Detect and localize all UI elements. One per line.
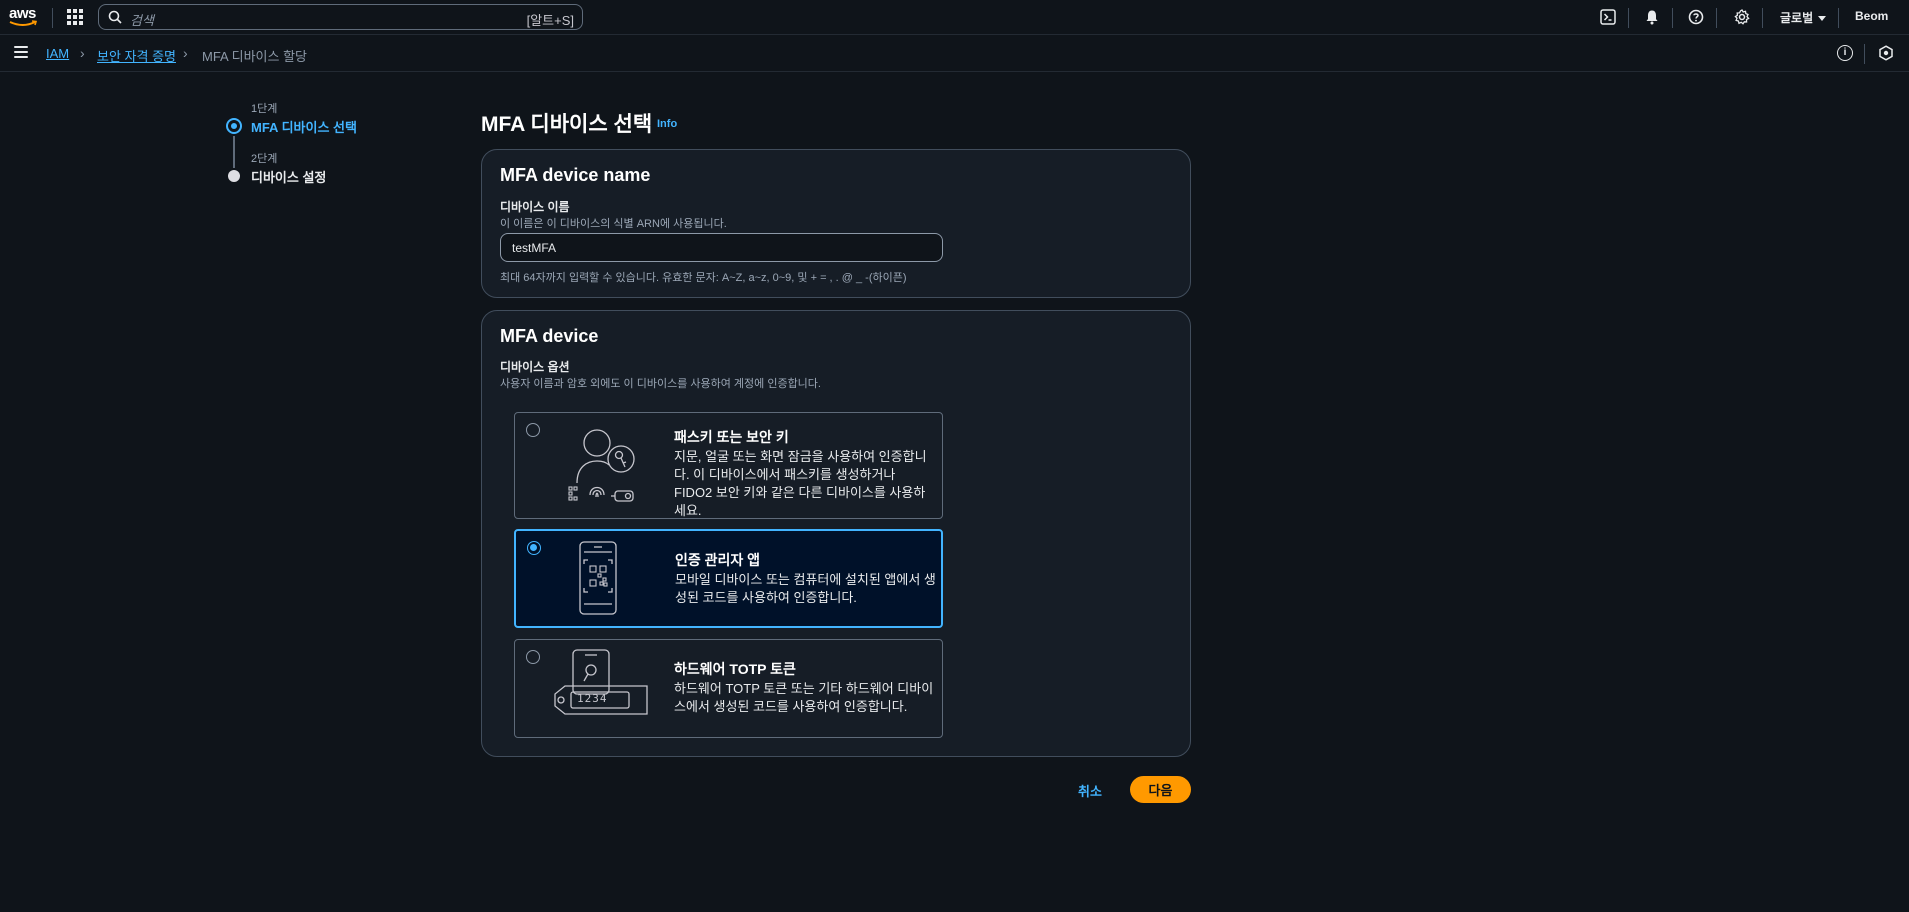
divider (52, 8, 53, 28)
step-1-label: MFA 디바이스 선택 (251, 120, 357, 135)
services-grid-icon[interactable] (67, 9, 83, 25)
device-name-description: 이 이름은 이 디바이스의 식별 ARN에 사용됩니다. (500, 218, 727, 230)
step-2-number: 2단계 (251, 153, 278, 165)
chevron-down-icon (1818, 16, 1827, 21)
option-hardware-totp-description: 하드웨어 TOTP 토큰 또는 기타 하드웨어 디바이스에서 생성된 코드를 사… (674, 681, 934, 714)
search-shortcut: [알트+S] (526, 13, 574, 28)
chevron-right-icon: › (183, 45, 188, 61)
device-options-label: 디바이스 옵션 (500, 360, 570, 374)
region-label: 글로벌 (1780, 11, 1814, 25)
breadcrumb-bar: IAM › 보안 자격 증명 › MFA 디바이스 할당 i (0, 36, 1909, 72)
hardware-token-illustration-icon: 1234 (551, 648, 655, 733)
account-label: Beom (1855, 9, 1889, 23)
passkey-illustration-icon (553, 421, 653, 512)
divider (1864, 44, 1865, 64)
divider (1762, 8, 1763, 28)
option-authenticator-tile[interactable]: 인증 관리자 앱 모바일 디바이스 또는 컴퓨터에 설치된 앱에서 생성된 코드… (514, 529, 943, 628)
search-input[interactable]: 검색 [알트+S] (98, 4, 583, 30)
feedback-icon[interactable] (1878, 45, 1894, 66)
step-1-number: 1단계 (251, 103, 278, 115)
section-title: MFA device (500, 326, 599, 346)
breadcrumb-security-credentials[interactable]: 보안 자격 증명 (97, 46, 176, 65)
option-hardware-totp-tile[interactable]: 1234 하드웨어 TOTP 토큰 하드웨어 TOTP 토큰 또는 기타 하드웨… (514, 639, 943, 738)
device-options-description: 사용자 이름과 암호 외에도 이 디바이스를 사용하여 계정에 인증합니다. (500, 378, 821, 390)
option-authenticator-radio[interactable] (527, 541, 541, 555)
menu-icon[interactable] (14, 46, 28, 58)
help-icon[interactable] (1686, 7, 1706, 27)
option-passkey-description: 지문, 얼굴 또는 화면 잠금을 사용하여 인증합니다. 이 디바이스에서 패스… (674, 449, 927, 518)
top-navigation: aws 검색 [알트+S] 글로벌 Beom (0, 0, 1909, 35)
divider (1838, 8, 1839, 28)
option-passkey-radio[interactable] (526, 423, 540, 437)
bell-icon[interactable] (1642, 7, 1662, 27)
option-authenticator-description: 모바일 디바이스 또는 컴퓨터에 설치된 앱에서 생성된 코드를 사용하여 인증… (675, 572, 936, 605)
search-icon (108, 10, 122, 29)
option-passkey-title: 패스키 또는 보안 키 (674, 429, 789, 445)
cancel-button[interactable]: 취소 (1070, 777, 1110, 803)
gear-icon[interactable] (1732, 7, 1752, 27)
device-name-constraint: 최대 64자까지 입력할 수 있습니다. 유효한 문자: A~Z, a~z, 0… (500, 272, 907, 284)
chevron-right-icon: › (80, 45, 85, 61)
step-1-indicator (226, 118, 242, 134)
divider (1672, 8, 1673, 28)
breadcrumb-iam[interactable]: IAM (46, 46, 69, 61)
device-name-input[interactable] (500, 233, 943, 262)
cloudshell-icon[interactable] (1598, 7, 1618, 27)
page-title: MFA 디바이스 선택 (481, 113, 653, 136)
option-authenticator-title: 인증 관리자 앱 (675, 552, 761, 568)
region-selector[interactable]: 글로벌 (1780, 9, 1827, 26)
device-name-label: 디바이스 이름 (500, 200, 570, 214)
account-menu[interactable]: Beom (1855, 9, 1888, 23)
section-title: MFA device name (500, 165, 651, 185)
step-connector (233, 136, 235, 168)
step-2-label: 디바이스 설정 (251, 170, 327, 185)
divider (1628, 8, 1629, 28)
breadcrumb-current: MFA 디바이스 할당 (202, 49, 307, 64)
divider (1716, 8, 1717, 28)
next-button[interactable]: 다음 (1130, 776, 1191, 803)
search-placeholder: 검색 (130, 13, 154, 28)
aws-logo[interactable]: aws (8, 5, 42, 29)
option-hardware-totp-title: 하드웨어 TOTP 토큰 (674, 661, 796, 677)
token-display-text: 1234 (577, 692, 608, 705)
option-hardware-totp-radio[interactable] (526, 650, 540, 664)
mfa-device-container: MFA device 디바이스 옵션 사용자 이름과 암호 외에도 이 디바이스… (481, 310, 1191, 757)
mfa-device-name-container: MFA device name 디바이스 이름 이 이름은 이 디바이스의 식별… (481, 149, 1191, 298)
info-link[interactable]: Info (657, 118, 677, 130)
option-passkey-tile[interactable]: 패스키 또는 보안 키 지문, 얼굴 또는 화면 잠금을 사용하여 인증합니다.… (514, 412, 943, 519)
authenticator-app-illustration-icon (554, 540, 654, 623)
step-2-indicator (228, 170, 240, 182)
info-icon[interactable]: i (1837, 45, 1853, 61)
